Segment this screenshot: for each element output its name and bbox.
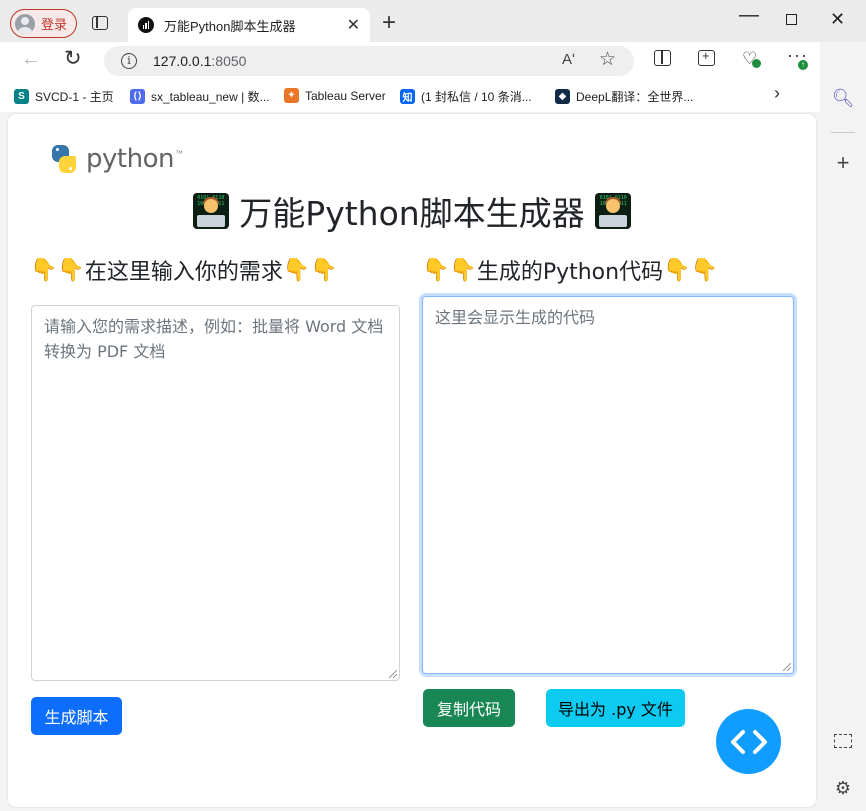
tableau-icon: ✦ bbox=[284, 88, 299, 103]
back-arrow-icon[interactable]: ← bbox=[21, 48, 41, 71]
favorite-star-icon[interactable]: ☆ bbox=[599, 48, 616, 71]
reload-icon[interactable]: ↻ bbox=[64, 46, 82, 71]
profile-label: 登录 bbox=[41, 17, 68, 32]
bookmark-label: (1 封私信 / 10 条消... bbox=[421, 90, 532, 104]
sharepoint-icon: S bbox=[14, 89, 29, 104]
input-label-text: 在这里输入你的需求 bbox=[84, 260, 283, 285]
url-text[interactable]: 127.0.0.1:8050 bbox=[153, 53, 246, 69]
output-label-text: 生成的Python代码 bbox=[476, 260, 664, 285]
dash-debug-button[interactable] bbox=[716, 709, 781, 774]
technologist-emoji-icon: 0101 0110 1001 0011 bbox=[192, 193, 229, 229]
browser-titlebar: 登录 万能Python脚本生成器 ✕ + — ✕ bbox=[0, 0, 866, 42]
screenshot-icon[interactable] bbox=[834, 734, 852, 748]
status-ok-badge bbox=[752, 59, 761, 68]
bookmark-item[interactable]: ◆ DeepL翻译：全世界... bbox=[555, 88, 693, 105]
bookmark-label: DeepL翻译：全世界... bbox=[576, 90, 694, 104]
pointing-down-icon: 👇 bbox=[690, 257, 718, 283]
export-py-button[interactable]: 导出为 .py 文件 bbox=[546, 689, 685, 727]
page-title-text: 万能Python脚本生成器 bbox=[239, 194, 585, 233]
window-close-button[interactable]: ✕ bbox=[830, 9, 845, 30]
url-host: 127.0.0.1 bbox=[153, 53, 212, 69]
collections-icon[interactable] bbox=[698, 48, 715, 66]
tab-title: 万能Python脚本生成器 bbox=[164, 18, 296, 34]
zhihu-icon: 知 bbox=[400, 89, 415, 104]
requirement-input[interactable]: 请输入您的需求描述，例如：批量将 Word 文档转换为 PDF 文档 bbox=[31, 305, 400, 681]
python-logo: python ™ bbox=[49, 144, 183, 174]
python-logo-tm: ™ bbox=[174, 148, 183, 158]
code-chevrons-icon bbox=[730, 729, 767, 754]
address-bar[interactable]: i 127.0.0.1:8050 Aʹ ☆ bbox=[104, 46, 634, 76]
requirement-input-placeholder: 请输入您的需求描述，例如：批量将 Word 文档转换为 PDF 文档 bbox=[44, 317, 384, 361]
dash-favicon-icon bbox=[138, 17, 154, 33]
resize-handle-icon[interactable] bbox=[783, 663, 791, 671]
bookmarks-overflow-chevron-icon[interactable]: › bbox=[774, 83, 780, 104]
python-snake-icon bbox=[49, 144, 79, 174]
bookmark-label: SVCD-1 - 主页 bbox=[35, 90, 114, 104]
python-logo-text: python bbox=[86, 144, 174, 174]
settings-gear-icon[interactable]: ⚙ bbox=[820, 778, 866, 799]
maximize-button[interactable] bbox=[786, 14, 797, 25]
new-tab-button[interactable]: + bbox=[382, 9, 396, 37]
pointing-down-icon: 👇 bbox=[449, 257, 477, 283]
search-icon[interactable]: 🔍︎ bbox=[820, 88, 866, 109]
bookmark-label: Tableau Server bbox=[305, 88, 386, 103]
bookmark-item[interactable]: 知 (1 封私信 / 10 条消... bbox=[400, 88, 532, 105]
pointing-down-icon: 👇 bbox=[663, 257, 691, 283]
profile-button[interactable]: 登录 bbox=[10, 9, 77, 38]
output-section-label: 👇 👇 生成的Python代码 👇 👇 bbox=[422, 254, 718, 286]
tab-close-icon[interactable]: ✕ bbox=[347, 15, 360, 35]
minimize-button[interactable]: — bbox=[739, 4, 759, 27]
page-content: python ™ 0101 0110 1001 0011 万能Python脚本生… bbox=[8, 114, 816, 807]
url-port: :8050 bbox=[211, 53, 247, 69]
bookmark-item[interactable]: ✦ Tableau Server bbox=[284, 88, 386, 103]
copy-code-button[interactable]: 复制代码 bbox=[423, 689, 515, 727]
split-screen-icon[interactable] bbox=[654, 50, 671, 66]
avatar-icon bbox=[15, 13, 35, 34]
code-output-textarea[interactable]: 这里会显示生成的代码 bbox=[422, 296, 794, 674]
update-badge-icon: ↑ bbox=[798, 60, 808, 70]
pointing-down-icon: 👇 bbox=[282, 257, 311, 283]
read-aloud-icon[interactable]: Aʹ bbox=[562, 51, 575, 68]
page-title: 0101 0110 1001 0011 万能Python脚本生成器 0101 0… bbox=[8, 187, 816, 235]
browser-toolbar: ← ↻ i 127.0.0.1:8050 Aʹ ☆ ♡ ··· ↑ bbox=[0, 42, 820, 80]
input-section-label: 👇 👇 在这里输入你的需求 👇 👇 bbox=[30, 254, 338, 286]
sidebar-divider bbox=[831, 132, 855, 133]
pointing-down-icon: 👇 bbox=[30, 257, 58, 283]
pointing-down-icon: 👇 bbox=[310, 257, 338, 283]
pointing-down-icon: 👇 bbox=[422, 257, 450, 283]
deepl-icon: ◆ bbox=[555, 89, 570, 104]
edge-sidebar: 🔍︎ + ⚙ bbox=[820, 80, 866, 811]
code-bracket-icon: ⟨⟩ bbox=[130, 89, 145, 104]
bookmarks-bar: S SVCD-1 - 主页 ⟨⟩ sx_tableau_new | 数... ✦ Tabl… bbox=[0, 80, 820, 112]
site-info-icon[interactable]: i bbox=[121, 53, 137, 69]
generate-script-button[interactable]: 生成脚本 bbox=[31, 697, 122, 735]
bookmark-item[interactable]: S SVCD-1 - 主页 bbox=[14, 88, 114, 105]
pointing-down-icon: 👇 bbox=[57, 257, 85, 283]
resize-handle-icon[interactable] bbox=[389, 670, 397, 678]
bookmark-label: sx_tableau_new | 数... bbox=[151, 90, 270, 104]
tab-active[interactable]: 万能Python脚本生成器 ✕ bbox=[128, 8, 370, 42]
tab-actions-icon[interactable] bbox=[92, 16, 108, 30]
code-output-placeholder: 这里会显示生成的代码 bbox=[435, 308, 596, 327]
technologist-emoji-icon: 0101 0110 1001 0011 bbox=[595, 193, 632, 229]
bookmark-item[interactable]: ⟨⟩ sx_tableau_new | 数... bbox=[130, 88, 270, 105]
add-sidebar-app-icon[interactable]: + bbox=[820, 150, 866, 176]
